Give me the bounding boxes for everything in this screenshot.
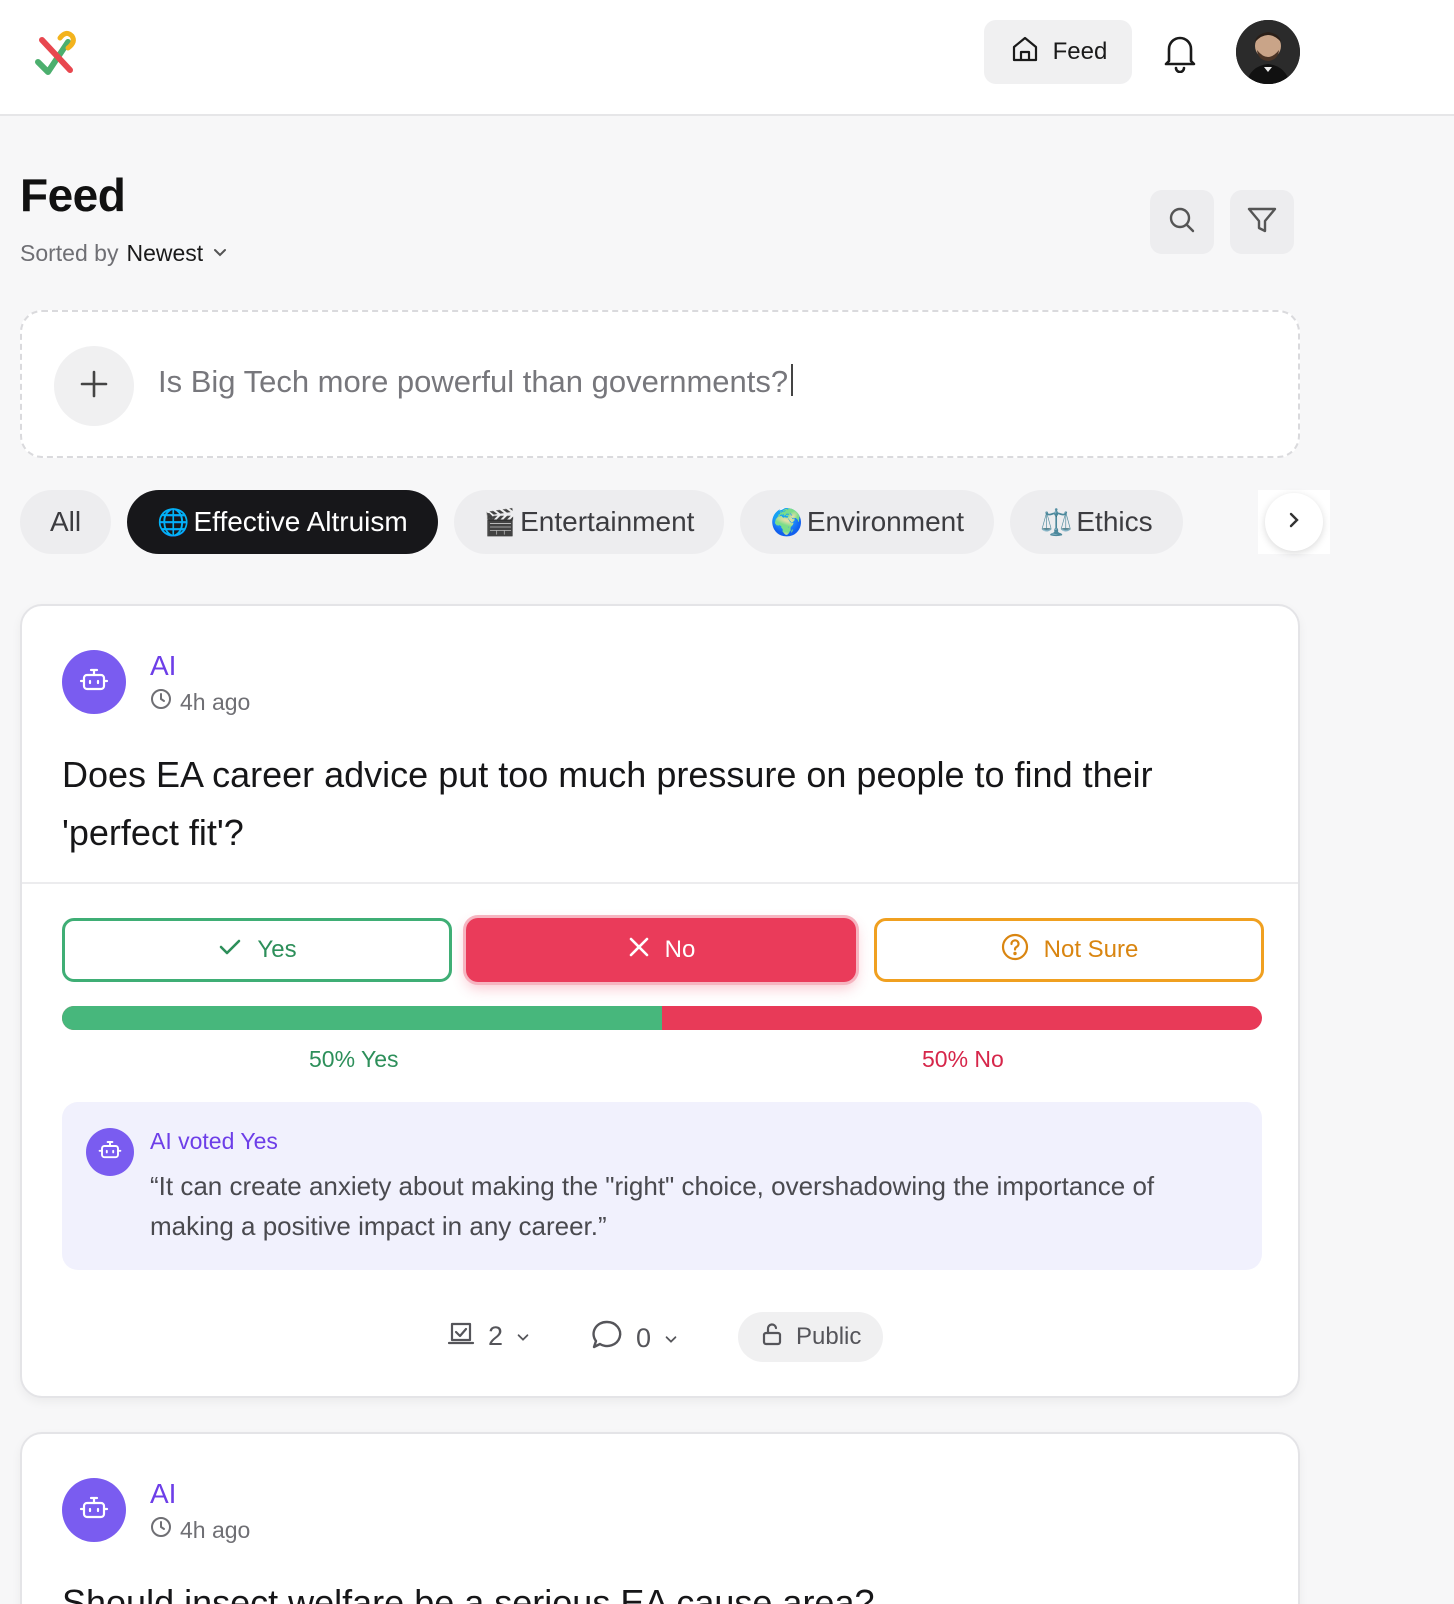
visibility-badge[interactable]: Public [738,1312,884,1362]
globe-icon: 🌐 [157,506,190,537]
ai-avatar [62,1478,126,1542]
question-input[interactable]: Is Big Tech more powerful than governmen… [158,364,794,400]
ai-vote-reason: “It can create anxiety about making the … [150,1171,1155,1241]
category-chip[interactable]: 🎬 Entertainment [453,490,725,554]
home-icon [1009,33,1041,72]
vote-yes-label: Yes [257,936,297,963]
scales-icon: ⚖️ [1040,506,1073,537]
category-label: Ethics [1076,506,1153,537]
earth-icon: 🌍 [770,506,803,537]
comments-count: 0 [636,1323,652,1353]
comment-icon [590,1318,624,1359]
unlock-icon [760,1321,784,1354]
top-bar: Feed [0,0,1454,116]
ai-avatar-small [86,1128,134,1176]
yes-fill [62,1006,662,1030]
category-chips: All 🌐 Effective Altruism 🎬 Entertainment… [20,490,1330,554]
plus-icon [78,368,110,405]
robot-icon [79,665,109,700]
votes-count: 2 [488,1321,504,1351]
categories-scroll-right-button[interactable] [1258,490,1330,554]
vote-yes-button[interactable]: Yes [62,918,452,982]
vote-no-label: No [664,936,696,963]
vote-results-bar [62,1006,1262,1030]
chevron-down-icon [515,1321,531,1352]
sort-selector[interactable]: Sorted by Newest [20,240,229,267]
search-button[interactable] [1150,190,1214,254]
category-chip-active[interactable]: 🌐 Effective Altruism [127,490,438,554]
robot-icon [79,1493,109,1528]
vote-not-sure-label: Not Sure [1043,936,1139,963]
clapperboard-icon: 🎬 [483,506,517,537]
post-time: 4h ago [150,1516,250,1544]
close-icon [627,935,651,966]
vote-no-button[interactable]: No [466,918,856,982]
new-question-composer[interactable]: Is Big Tech more powerful than governmen… [20,310,1300,458]
robot-icon [98,1138,122,1167]
category-chip[interactable]: All [20,490,112,554]
post-question[interactable]: Does EA career advice put too much press… [62,746,1242,862]
category-label: Entertainment [520,506,695,537]
clock-icon [150,688,172,716]
post-author[interactable]: AI [150,1478,176,1510]
time-label: 4h ago [180,1516,251,1543]
question-circle-icon [1000,932,1030,969]
chevron-down-icon [663,1323,679,1354]
filter-icon [1246,204,1278,241]
search-icon [1167,205,1197,240]
post-footer: 2 0 Public [22,1312,1298,1362]
category-label: Environment [806,506,964,537]
text-caret [791,364,794,396]
category-chip[interactable]: ⚖️ Ethics [1010,490,1183,554]
check-icon [217,934,243,967]
category-label: Effective Altruism [193,506,408,537]
chevron-right-icon [1284,510,1304,535]
post-card: AI 4h ago Should insect welfare be a ser… [20,1432,1300,1604]
time-label: 4h ago [180,688,251,715]
divider [22,882,1298,884]
add-question-button[interactable] [54,346,134,426]
sort-value: Newest [126,240,204,266]
user-avatar[interactable] [1236,20,1300,84]
notifications-bell-icon[interactable] [1160,30,1200,74]
votes-dropdown[interactable]: 2 [446,1318,531,1355]
ai-avatar [62,650,126,714]
ai-vote-box: AI voted Yes “It can create anxiety abou… [62,1102,1262,1270]
filter-button[interactable] [1230,190,1294,254]
post-time: 4h ago [150,688,250,716]
post-author[interactable]: AI [150,650,176,682]
post-card: AI 4h ago Does EA career advice put too … [20,604,1300,1398]
yes-percentage: 50% Yes [309,1046,399,1072]
post-question[interactable]: Should insect welfare be a serious EA ca… [62,1574,1242,1604]
sort-prefix: Sorted by [20,240,119,266]
nav-feed-label: Feed [1052,38,1108,65]
page-title: Feed [20,169,126,221]
category-label: All [50,506,82,537]
ai-vote-label: AI voted Yes [150,1128,278,1154]
ballot-icon [446,1318,476,1355]
nav-feed-button[interactable]: Feed [984,20,1132,84]
chevron-down-icon [211,240,229,267]
category-chip[interactable]: 🌍 Environment [740,490,994,554]
app-logo[interactable] [30,28,80,78]
comments-dropdown[interactable]: 0 [590,1318,679,1359]
no-percentage: 50% No [922,1046,1004,1072]
clock-icon [150,1516,172,1544]
vote-not-sure-button[interactable]: Not Sure [874,918,1264,982]
visibility-label: Public [796,1323,862,1350]
